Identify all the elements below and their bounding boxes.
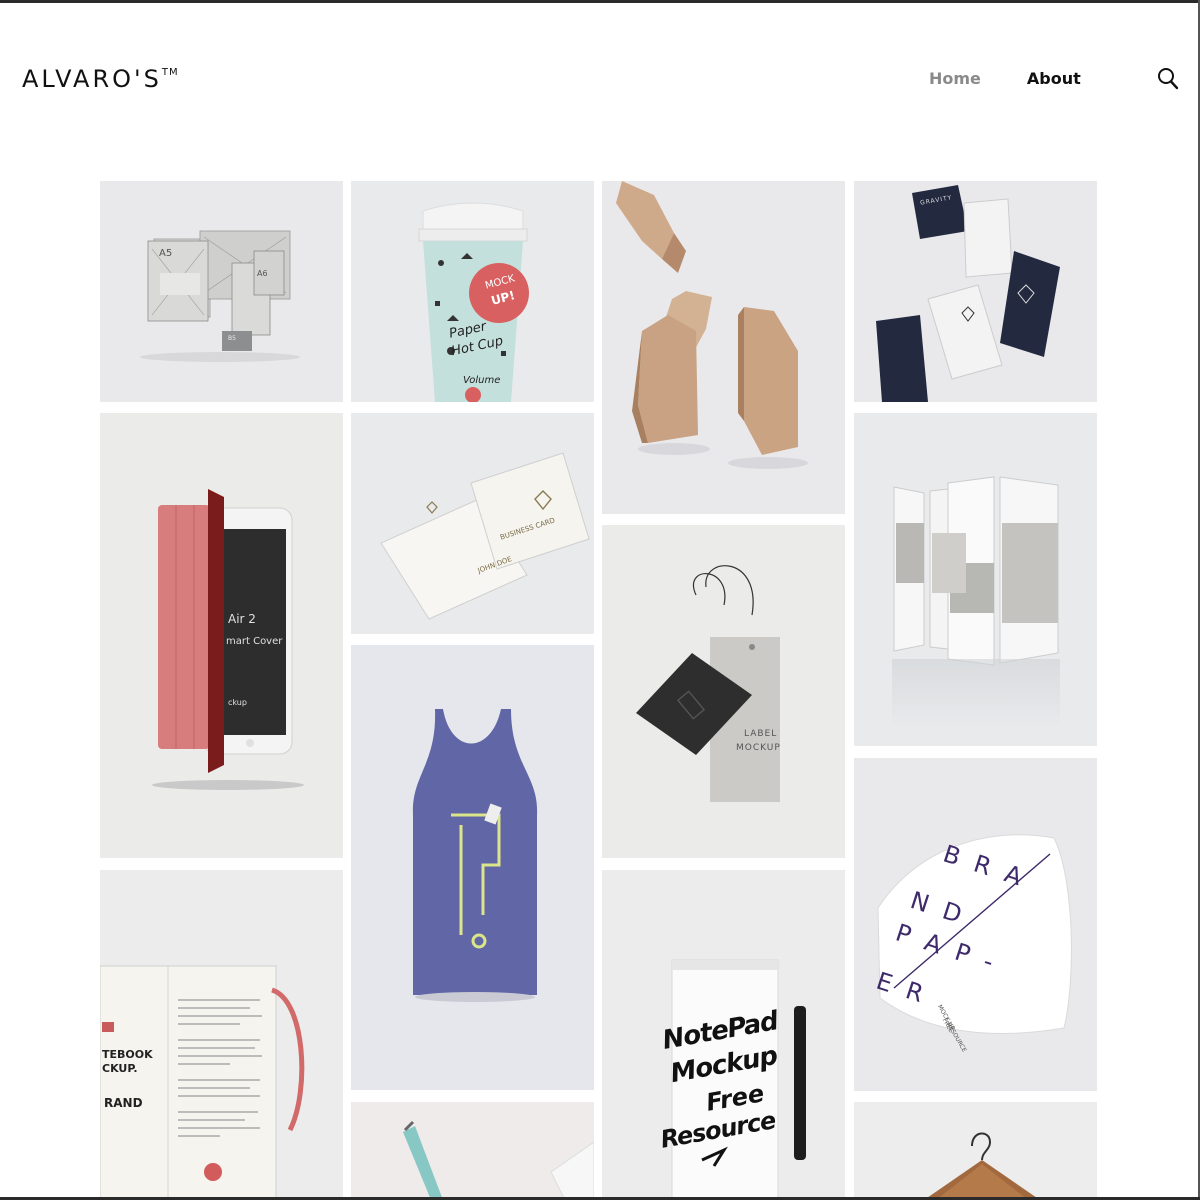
tile-notebook-mockup[interactable]: TEBOOK CKUP. RAND xyxy=(100,870,343,1200)
tile-business-card[interactable]: BUSINESS CARD JOHN DOE xyxy=(351,413,594,634)
a6-label: A6 xyxy=(257,269,268,278)
trademark: TM xyxy=(161,67,179,78)
tile-wood-blocks[interactable] xyxy=(602,181,845,514)
brand-logo[interactable]: ALVARO'STM xyxy=(22,65,179,93)
b5-label: B5 xyxy=(228,335,236,342)
nav-about-link[interactable]: About xyxy=(1027,69,1081,88)
a5-label: A5 xyxy=(159,248,173,259)
ipad-line-3: ckup xyxy=(228,698,247,707)
tile-notepad-mockup[interactable]: NotePad Mockup Free Resource xyxy=(602,870,845,1200)
ipad-line-1: Air 2 xyxy=(228,612,256,626)
main-nav: Home About xyxy=(929,69,1081,88)
search-icon[interactable] xyxy=(1157,67,1179,91)
tile-pen-mockup[interactable] xyxy=(351,1102,594,1200)
tile-tank-top-mockup[interactable] xyxy=(351,645,594,1090)
notebook-line-3: RAND xyxy=(104,1096,143,1110)
tile-paper-hot-cup[interactable]: MOCK UP! Paper Hot Cup Volume xyxy=(351,181,594,402)
tile-ipad-smart-cover[interactable]: Air 2 mart Cover ckup xyxy=(100,413,343,858)
tile-gravity-cards[interactable]: GRAVITY xyxy=(854,181,1097,402)
tile-hanger-mockup[interactable] xyxy=(854,1102,1097,1200)
cup-line-3: Volume xyxy=(463,375,501,386)
site-header: ALVARO'STM Home About xyxy=(0,3,1200,153)
nav-home-link[interactable]: Home xyxy=(929,69,981,88)
label-line-1: LABEL xyxy=(744,729,778,739)
tile-app-screens[interactable] xyxy=(854,413,1097,746)
tile-label-mockup[interactable]: LABEL MOCKUP xyxy=(602,525,845,858)
brand-name: ALVARO'S xyxy=(22,65,162,93)
notebook-line-1: TEBOOK xyxy=(102,1048,153,1061)
notebook-line-2: CKUP. xyxy=(102,1062,138,1075)
tile-brand-paper[interactable]: B R A N D P A P - E R MOCK UP FREE RESOU… xyxy=(854,758,1097,1091)
ipad-line-2: mart Cover xyxy=(226,636,283,647)
tile-stationery-mockup[interactable]: A5 A6 B5 xyxy=(100,181,343,402)
label-line-2: MOCKUP xyxy=(736,743,781,753)
